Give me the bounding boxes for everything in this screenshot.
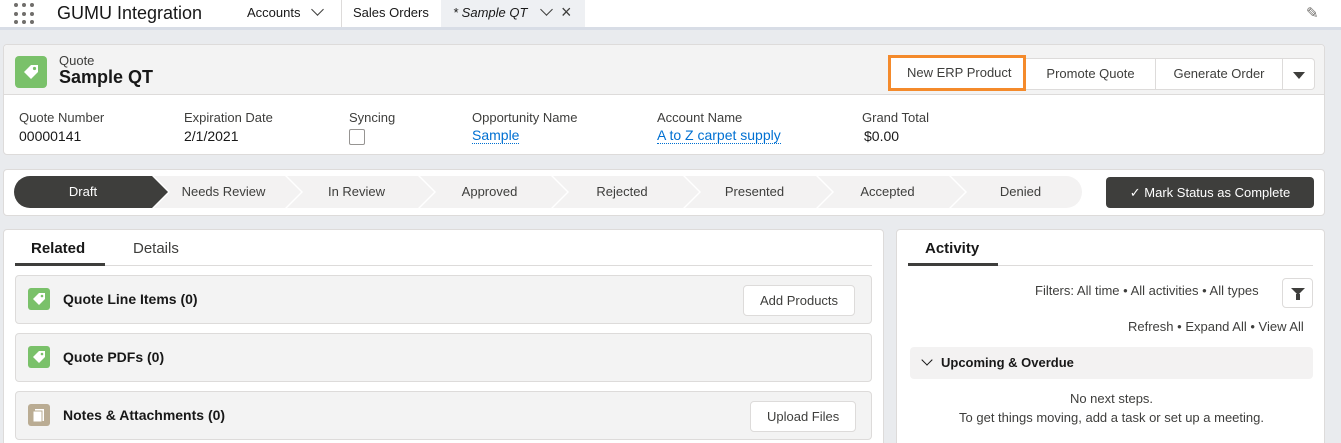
field-label: Grand Total bbox=[862, 110, 929, 125]
path-stage-draft[interactable]: Draft bbox=[14, 176, 170, 208]
empty-line-2: To get things moving, add a task or set … bbox=[959, 410, 1264, 425]
path-stage-needs-review[interactable]: Needs Review bbox=[154, 176, 303, 208]
activity-tabs: Activity bbox=[908, 230, 1313, 266]
chevron-down-icon[interactable] bbox=[311, 3, 324, 16]
field-syncing: Syncing bbox=[349, 110, 395, 145]
tab-related[interactable]: Related bbox=[31, 240, 85, 257]
field-label: Quote Number bbox=[19, 110, 105, 125]
quote-pdfs-icon bbox=[28, 346, 50, 368]
path-stages: Draft Needs Review In Review Approved Re… bbox=[14, 176, 1082, 208]
active-tab-indicator bbox=[15, 263, 105, 266]
related-list-quote-pdfs: Quote PDFs (0) bbox=[15, 333, 872, 382]
stage-label: Needs Review bbox=[181, 184, 266, 199]
opportunity-link[interactable]: Sample bbox=[472, 128, 520, 144]
app-name: GUMU Integration bbox=[57, 3, 203, 23]
edit-pencil-icon[interactable]: ✎ bbox=[1306, 4, 1319, 22]
field-expiration-date: Expiration Date 2/1/2021 bbox=[184, 110, 273, 144]
related-list-quote-line-items: Quote Line Items (0) Add Products bbox=[15, 275, 872, 324]
activity-links: Refresh • Expand All • View All bbox=[1128, 319, 1304, 334]
nav-tab-sales-orders[interactable]: Sales Orders bbox=[341, 0, 441, 27]
field-label: Syncing bbox=[349, 110, 396, 125]
quote-line-items-icon bbox=[28, 288, 50, 310]
path-stage-approved[interactable]: Approved bbox=[420, 176, 569, 208]
field-value: $0.00 bbox=[864, 128, 900, 144]
stage-label: Accepted bbox=[860, 184, 915, 199]
mark-status-label: Mark Status as Complete bbox=[1144, 185, 1291, 200]
record-header: Quote Sample QT New ERP Product Promote … bbox=[4, 45, 1324, 95]
field-account-name: Account Name A to Z carpet supply bbox=[657, 110, 781, 144]
nav-tab-accounts[interactable]: Accounts bbox=[240, 0, 340, 27]
path-stage-rejected[interactable]: Rejected bbox=[553, 176, 701, 208]
path-stage-denied[interactable]: Denied bbox=[951, 176, 1082, 208]
notes-attachments-icon bbox=[28, 404, 50, 426]
nav-tab-label: Accounts bbox=[247, 5, 301, 20]
tab-activity[interactable]: Activity bbox=[925, 240, 979, 257]
stage-label: Denied bbox=[999, 184, 1042, 199]
promote-quote-button[interactable]: Promote Quote bbox=[1026, 58, 1156, 90]
activity-filters-text: Filters: All time • All activities • All… bbox=[1035, 283, 1259, 298]
chevron-down-icon[interactable] bbox=[540, 3, 553, 16]
field-quote-number: Quote Number 00000141 bbox=[19, 110, 104, 144]
empty-line-1: No next steps. bbox=[1069, 391, 1154, 406]
no-next-steps-message: No next steps. To get things moving, add… bbox=[897, 389, 1326, 427]
activity-panel: Activity Filters: All time • All activit… bbox=[896, 229, 1325, 443]
field-opportunity-name: Opportunity Name Sample bbox=[472, 110, 578, 144]
checkmark-icon: ✓ bbox=[1129, 185, 1141, 200]
field-label: Expiration Date bbox=[184, 110, 273, 125]
quote-tag-icon bbox=[15, 56, 47, 88]
related-tabs: Related Details bbox=[15, 230, 872, 266]
generate-order-button[interactable]: Generate Order bbox=[1156, 58, 1283, 90]
stage-label: Approved bbox=[461, 184, 518, 199]
related-list-title[interactable]: Quote PDFs (0) bbox=[63, 349, 164, 365]
filter-button[interactable] bbox=[1282, 278, 1313, 308]
upcoming-overdue-label: Upcoming & Overdue bbox=[941, 355, 1074, 370]
field-label: Opportunity Name bbox=[472, 110, 578, 125]
nav-tab-sample-qt[interactable]: * Sample QT × bbox=[441, 0, 585, 27]
view-all-link[interactable]: View All bbox=[1259, 319, 1304, 334]
stage-label: Rejected bbox=[596, 184, 648, 199]
tab-details[interactable]: Details bbox=[133, 240, 179, 257]
chevron-down-icon[interactable] bbox=[921, 354, 933, 366]
path-stage-accepted[interactable]: Accepted bbox=[818, 176, 967, 208]
field-grand-total: Grand Total $0.00 bbox=[862, 110, 929, 144]
caret-down-icon bbox=[1293, 72, 1305, 79]
app-launcher-icon[interactable] bbox=[14, 3, 36, 25]
related-panel: Related Details Quote Line Items (0) Add… bbox=[3, 229, 884, 443]
add-products-button[interactable]: Add Products bbox=[743, 285, 856, 316]
active-tab-indicator bbox=[908, 263, 998, 266]
stage-label: Draft bbox=[68, 184, 98, 199]
field-value: 2/1/2021 bbox=[184, 128, 239, 144]
new-erp-product-button[interactable]: New ERP Product bbox=[888, 55, 1026, 91]
related-list-notes-attachments: Notes & Attachments (0) Upload Files bbox=[15, 391, 872, 440]
related-list-title[interactable]: Quote Line Items (0) bbox=[63, 291, 198, 307]
close-icon[interactable]: × bbox=[561, 0, 572, 25]
stage-label: Presented bbox=[724, 184, 785, 199]
refresh-link[interactable]: Refresh bbox=[1128, 319, 1174, 334]
nav-tab-label: * Sample QT bbox=[453, 5, 528, 20]
syncing-checkbox bbox=[349, 129, 365, 145]
path-stage-presented[interactable]: Presented bbox=[685, 176, 834, 208]
upcoming-overdue-section[interactable]: Upcoming & Overdue bbox=[910, 347, 1313, 379]
object-type-label: Quote bbox=[59, 53, 95, 68]
record-highlights-panel: Quote Sample QT New ERP Product Promote … bbox=[3, 44, 1325, 155]
field-label: Account Name bbox=[657, 110, 743, 125]
more-actions-button[interactable] bbox=[1283, 58, 1315, 90]
navigation-bar: GUMU Integration Accounts Sales Orders *… bbox=[0, 0, 1341, 30]
stage-label: In Review bbox=[327, 184, 386, 199]
field-value: 00000141 bbox=[19, 128, 82, 144]
mark-status-complete-button[interactable]: ✓ Mark Status as Complete bbox=[1106, 177, 1314, 208]
upload-files-button[interactable]: Upload Files bbox=[750, 401, 857, 432]
account-link[interactable]: A to Z carpet supply bbox=[657, 128, 781, 144]
status-path: Draft Needs Review In Review Approved Re… bbox=[3, 169, 1325, 216]
record-title: Sample QT bbox=[59, 67, 154, 87]
related-list-title[interactable]: Notes & Attachments (0) bbox=[63, 407, 225, 423]
path-stage-in-review[interactable]: In Review bbox=[287, 176, 436, 208]
nav-tab-label: Sales Orders bbox=[353, 5, 429, 20]
expand-all-link[interactable]: Expand All bbox=[1185, 319, 1246, 334]
